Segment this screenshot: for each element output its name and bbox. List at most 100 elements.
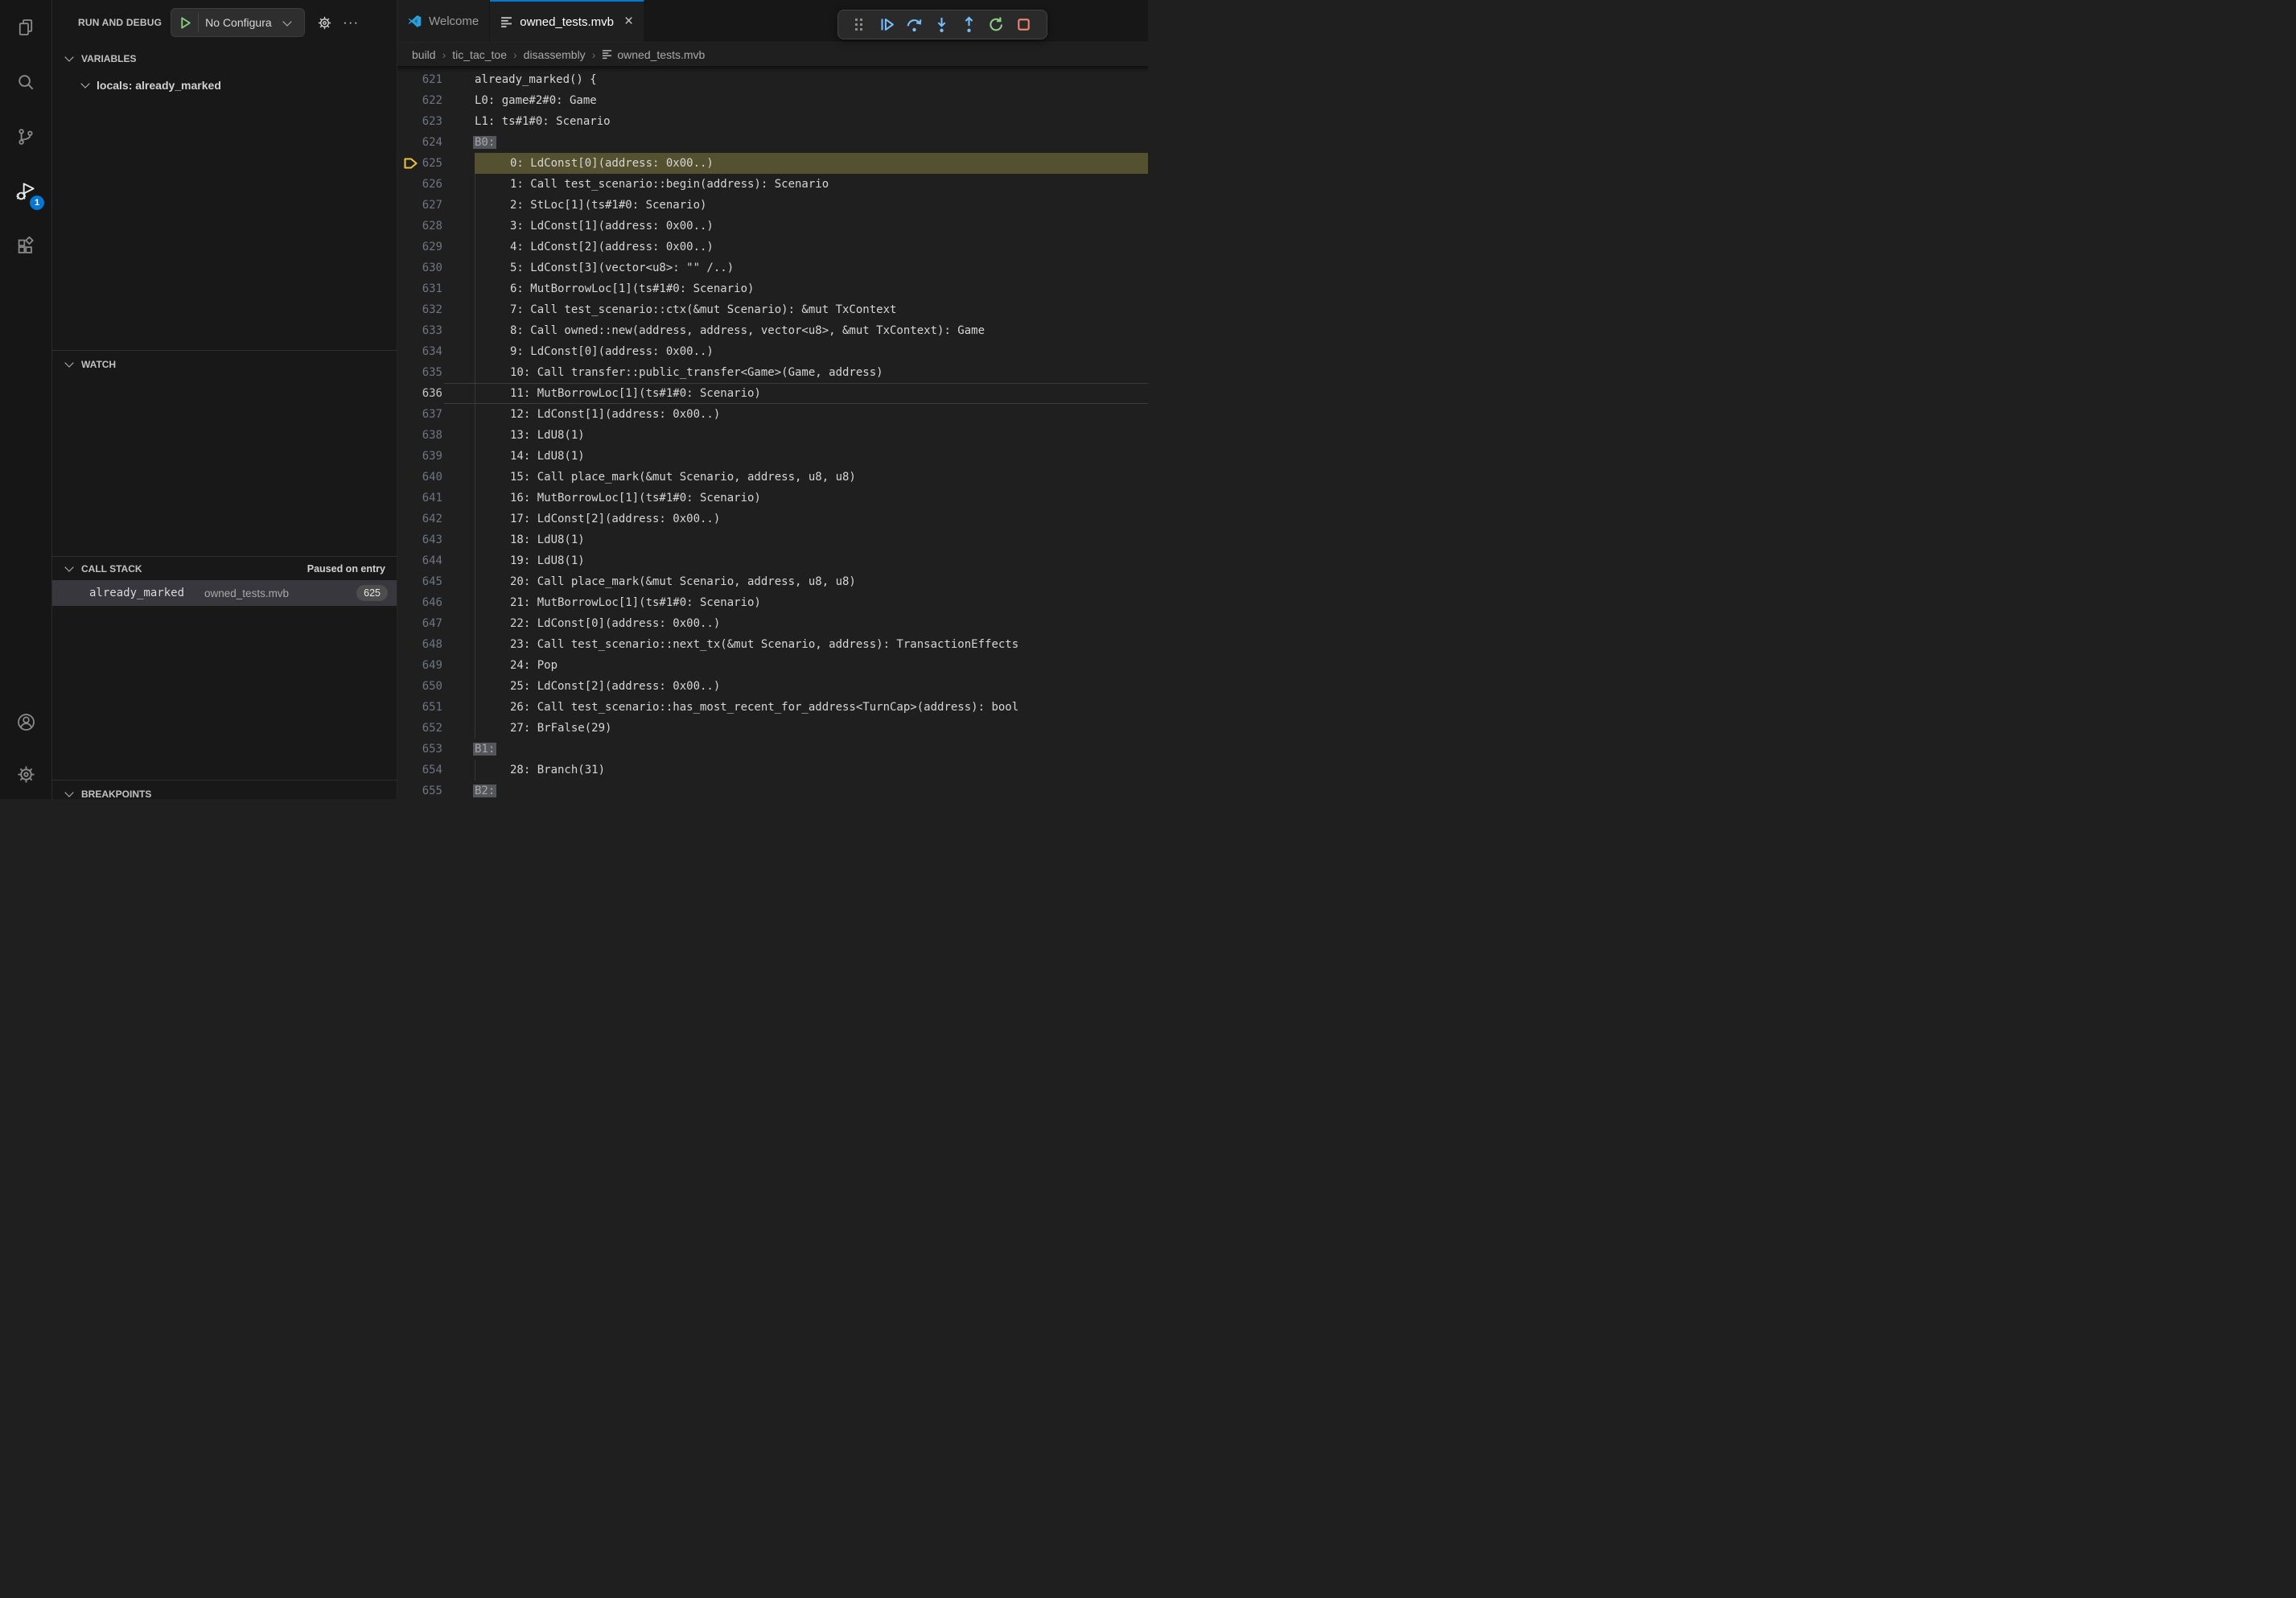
call-stack-frame-row[interactable]: already_marked owned_tests.mvb 625 bbox=[52, 580, 397, 606]
breadcrumb-item[interactable]: owned_tests.mvb bbox=[602, 48, 705, 61]
line-number[interactable]: 633 bbox=[397, 320, 442, 341]
variables-scope-row[interactable]: locals: already_marked bbox=[52, 72, 397, 99]
line-number[interactable]: 650 bbox=[397, 676, 442, 697]
line-number[interactable]: 654 bbox=[397, 760, 442, 780]
code-line[interactable]: 64924: Pop bbox=[397, 655, 1148, 676]
code-line[interactable]: 64419: LdU8(1) bbox=[397, 550, 1148, 571]
line-number[interactable]: 634 bbox=[397, 341, 442, 362]
code-line[interactable]: 65428: Branch(31) bbox=[397, 760, 1148, 780]
code-line[interactable]: 63611: MutBorrowLoc[1](ts#1#0: Scenario) bbox=[397, 383, 1148, 404]
line-number[interactable]: 647 bbox=[397, 613, 442, 634]
code-editor[interactable]: 621already_marked() {622L0: game#2#0: Ga… bbox=[397, 66, 1148, 799]
line-number[interactable]: 638 bbox=[397, 425, 442, 446]
code-line[interactable]: 65025: LdConst[2](address: 0x00..) bbox=[397, 676, 1148, 697]
watch-header[interactable]: WATCH bbox=[52, 351, 397, 377]
code-line[interactable]: 655B2: bbox=[397, 780, 1148, 799]
activity-source-control[interactable] bbox=[0, 109, 51, 164]
code-line[interactable]: 64217: LdConst[2](address: 0x00..) bbox=[397, 509, 1148, 529]
line-number[interactable]: 652 bbox=[397, 718, 442, 739]
line-number[interactable]: 653 bbox=[397, 739, 442, 760]
code-line[interactable]: 64520: Call place_mark(&mut Scenario, ad… bbox=[397, 571, 1148, 592]
code-line[interactable]: 622L0: game#2#0: Game bbox=[397, 90, 1148, 111]
close-icon[interactable]: × bbox=[624, 17, 633, 27]
code-line[interactable]: 64116: MutBorrowLoc[1](ts#1#0: Scenario) bbox=[397, 488, 1148, 509]
more-actions-icon[interactable]: ··· bbox=[343, 19, 359, 27]
restart-button[interactable] bbox=[982, 13, 1010, 37]
variables-header[interactable]: VARIABLES bbox=[52, 45, 397, 72]
line-number[interactable]: 630 bbox=[397, 257, 442, 278]
breadcrumb-item[interactable]: tic_tac_toe bbox=[452, 48, 507, 61]
line-number[interactable]: 644 bbox=[397, 550, 442, 571]
line-number[interactable]: 643 bbox=[397, 529, 442, 550]
debug-config-dropdown[interactable]: No Configura bbox=[171, 8, 305, 37]
code-line[interactable]: 63813: LdU8(1) bbox=[397, 425, 1148, 446]
start-debugging-icon[interactable] bbox=[179, 16, 192, 30]
step-out-button[interactable] bbox=[955, 13, 982, 37]
code-line[interactable]: 63510: Call transfer::public_transfer<Ga… bbox=[397, 362, 1148, 383]
line-number[interactable]: 649 bbox=[397, 655, 442, 676]
code-line[interactable]: 64318: LdU8(1) bbox=[397, 529, 1148, 550]
line-number[interactable]: 635 bbox=[397, 362, 442, 383]
line-number[interactable]: 655 bbox=[397, 780, 442, 799]
code-line[interactable]: 65227: BrFalse(29) bbox=[397, 718, 1148, 739]
line-number[interactable]: 629 bbox=[397, 237, 442, 257]
tab-welcome[interactable]: Welcome bbox=[397, 0, 490, 42]
line-number[interactable]: 648 bbox=[397, 634, 442, 655]
line-number[interactable]: 641 bbox=[397, 488, 442, 509]
line-number[interactable]: 622 bbox=[397, 90, 442, 111]
code-line[interactable]: 6250: LdConst[0](address: 0x00..) bbox=[397, 153, 1148, 174]
line-number[interactable]: 637 bbox=[397, 404, 442, 425]
code-line[interactable]: 6327: Call test_scenario::ctx(&mut Scena… bbox=[397, 299, 1148, 320]
line-number[interactable]: 628 bbox=[397, 216, 442, 237]
tab-owned-tests[interactable]: owned_tests.mvb × bbox=[490, 0, 644, 42]
drag-handle[interactable] bbox=[846, 13, 873, 37]
line-number[interactable]: 631 bbox=[397, 278, 442, 299]
line-number[interactable]: 651 bbox=[397, 697, 442, 718]
line-number[interactable]: 627 bbox=[397, 195, 442, 216]
line-number[interactable]: 642 bbox=[397, 509, 442, 529]
line-number[interactable]: 624 bbox=[397, 132, 442, 153]
code-line[interactable]: 64722: LdConst[0](address: 0x00..) bbox=[397, 613, 1148, 634]
block-label: B0: bbox=[473, 136, 496, 149]
line-number[interactable]: 623 bbox=[397, 111, 442, 132]
code-line[interactable]: 6261: Call test_scenario::begin(address)… bbox=[397, 174, 1148, 195]
code-line[interactable]: 64823: Call test_scenario::next_tx(&mut … bbox=[397, 634, 1148, 655]
activity-run-and-debug[interactable]: 1 bbox=[0, 164, 51, 219]
code-line[interactable]: 64015: Call place_mark(&mut Scenario, ad… bbox=[397, 467, 1148, 488]
code-line[interactable]: 63914: LdU8(1) bbox=[397, 446, 1148, 467]
line-number[interactable]: 632 bbox=[397, 299, 442, 320]
activity-extensions[interactable] bbox=[0, 219, 51, 274]
breakpoints-header[interactable]: BREAKPOINTS bbox=[52, 780, 397, 799]
code-line[interactable]: 6316: MutBorrowLoc[1](ts#1#0: Scenario) bbox=[397, 278, 1148, 299]
code-line[interactable]: 6338: Call owned::new(address, address, … bbox=[397, 320, 1148, 341]
line-number[interactable]: 640 bbox=[397, 467, 442, 488]
stop-button[interactable] bbox=[1010, 13, 1037, 37]
activity-explorer[interactable] bbox=[0, 0, 51, 55]
debug-settings-gear-icon[interactable] bbox=[317, 15, 332, 31]
continue-button[interactable] bbox=[873, 13, 900, 37]
line-number[interactable]: 645 bbox=[397, 571, 442, 592]
step-over-button[interactable] bbox=[900, 13, 928, 37]
code-line[interactable]: 6305: LdConst[3](vector<u8>: "" /..) bbox=[397, 257, 1148, 278]
code-line[interactable]: 6294: LdConst[2](address: 0x00..) bbox=[397, 237, 1148, 257]
code-line[interactable]: 653B1: bbox=[397, 739, 1148, 760]
code-line[interactable]: 623L1: ts#1#0: Scenario bbox=[397, 111, 1148, 132]
code-line[interactable]: 63712: LdConst[1](address: 0x00..) bbox=[397, 404, 1148, 425]
code-line[interactable]: 6272: StLoc[1](ts#1#0: Scenario) bbox=[397, 195, 1148, 216]
step-into-button[interactable] bbox=[928, 13, 955, 37]
code-line[interactable]: 6349: LdConst[0](address: 0x00..) bbox=[397, 341, 1148, 362]
activity-settings[interactable] bbox=[0, 749, 51, 799]
code-line[interactable]: 64621: MutBorrowLoc[1](ts#1#0: Scenario) bbox=[397, 592, 1148, 613]
breadcrumb-item[interactable]: disassembly bbox=[524, 48, 586, 61]
line-number[interactable]: 636 bbox=[397, 383, 442, 404]
activity-search[interactable] bbox=[0, 55, 51, 109]
line-text: 1: Call test_scenario::begin(address): S… bbox=[442, 174, 829, 195]
activity-accounts[interactable] bbox=[0, 694, 51, 749]
breadcrumb-item[interactable]: build bbox=[412, 48, 436, 61]
code-line[interactable]: 65126: Call test_scenario::has_most_rece… bbox=[397, 697, 1148, 718]
line-number[interactable]: 646 bbox=[397, 592, 442, 613]
code-line[interactable]: 624 B0: bbox=[397, 132, 1148, 153]
line-number[interactable]: 639 bbox=[397, 446, 442, 467]
code-line[interactable]: 6283: LdConst[1](address: 0x00..) bbox=[397, 216, 1148, 237]
call-stack-header[interactable]: CALL STACK Paused on entry bbox=[52, 557, 397, 580]
